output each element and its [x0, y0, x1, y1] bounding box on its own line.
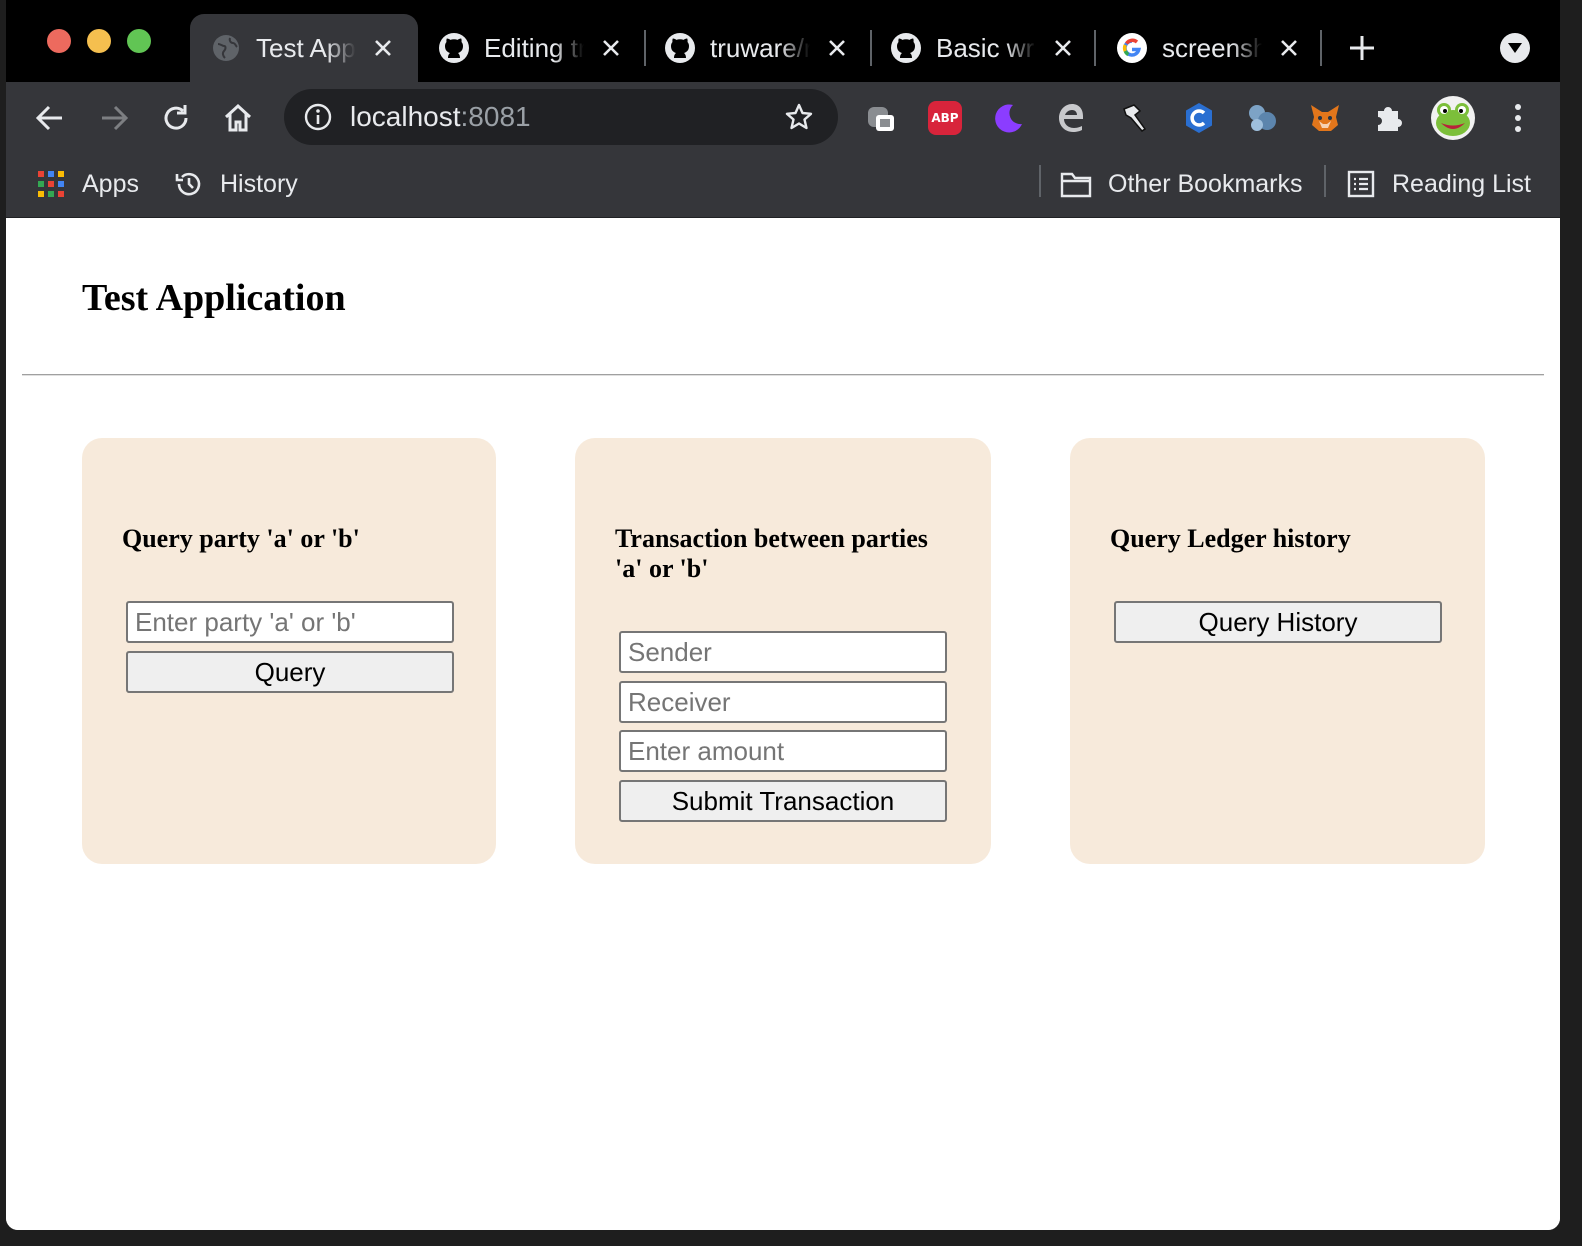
browser-window: Test App Editing tr truware/r Basic wri …	[6, 0, 1560, 1230]
minimize-window-button[interactable]	[87, 29, 111, 53]
github-icon	[890, 32, 922, 64]
tab-test-app[interactable]: Test App	[190, 14, 418, 82]
tab-search-button[interactable]	[1500, 33, 1530, 63]
home-icon	[224, 103, 252, 132]
bookmark-label: Reading List	[1392, 169, 1531, 198]
page-content: Test Application Query party 'a' or 'b' …	[6, 218, 1560, 1230]
history-icon	[174, 169, 204, 199]
back-button[interactable]	[30, 98, 70, 138]
tab-strip: Test App Editing tr truware/r Basic wri …	[6, 0, 1560, 82]
query-party-card: Query party 'a' or 'b' Query	[82, 438, 496, 864]
page-title: Test Application	[82, 277, 346, 319]
arrow-right-icon	[102, 105, 129, 131]
bookmark-history[interactable]: History	[174, 164, 298, 204]
apps-grid-icon	[36, 169, 66, 199]
query-button[interactable]: Query	[126, 651, 454, 693]
github-icon	[664, 32, 696, 64]
close-icon[interactable]	[598, 35, 624, 61]
arrow-left-icon	[35, 105, 62, 131]
new-tab-button[interactable]	[1344, 30, 1380, 66]
url-text[interactable]: localhost:8081	[350, 101, 531, 133]
divider	[22, 374, 1544, 376]
url-host: localhost	[350, 101, 461, 132]
tab-screenshot[interactable]: screensh	[1096, 14, 1324, 82]
transaction-card: Transaction between parties 'a' or 'b' S…	[575, 438, 991, 864]
tab-editing[interactable]: Editing tr	[418, 14, 646, 82]
sender-input[interactable]	[619, 631, 947, 673]
tab-title: Editing tr	[484, 32, 584, 63]
github-icon	[438, 32, 470, 64]
home-button[interactable]	[218, 98, 258, 138]
bookmark-label: Other Bookmarks	[1108, 169, 1303, 198]
tab-title: truware/r	[710, 32, 810, 63]
address-bar[interactable]: localhost:8081	[284, 89, 838, 145]
card-heading: Transaction between parties 'a' or 'b'	[615, 524, 928, 583]
close-window-button[interactable]	[47, 29, 71, 53]
query-history-button[interactable]: Query History	[1114, 601, 1442, 643]
abp-label: ABP	[928, 101, 962, 135]
moon-icon[interactable]	[989, 99, 1027, 137]
menu-button[interactable]	[1498, 98, 1538, 138]
c-icon[interactable]	[1180, 99, 1218, 137]
bookmark-label: History	[220, 169, 298, 198]
bookmark-reading-list[interactable]: Reading List	[1346, 164, 1531, 204]
tab-title: screensh	[1162, 32, 1262, 63]
tab-title: Basic wri	[936, 32, 1036, 63]
bookmark-label: Apps	[82, 169, 139, 198]
frog-avatar[interactable]	[1430, 95, 1476, 141]
bookmarks-bar: Apps History Other Bookmarks Reading Lis…	[6, 154, 1560, 218]
tab-basic-write[interactable]: Basic wri	[870, 14, 1098, 82]
url-port: :8081	[460, 101, 531, 132]
card-heading: Query party 'a' or 'b'	[122, 524, 360, 553]
star-icon[interactable]	[784, 102, 814, 132]
tab-title: Test App	[256, 32, 356, 63]
tab-separator	[1320, 30, 1322, 66]
close-icon[interactable]	[370, 35, 396, 61]
reload-icon	[164, 105, 188, 130]
folder-icon	[1060, 169, 1092, 199]
puzzle-icon[interactable]	[1370, 99, 1408, 137]
edge-icon[interactable]	[1052, 99, 1090, 137]
submit-transaction-button[interactable]: Submit Transaction	[619, 780, 947, 822]
close-icon[interactable]	[1050, 35, 1076, 61]
receiver-input[interactable]	[619, 681, 947, 723]
forward-button[interactable]	[94, 98, 134, 138]
maximize-window-button[interactable]	[127, 29, 151, 53]
amount-input[interactable]	[619, 730, 947, 772]
chevron-down-icon	[1508, 43, 1522, 53]
ledger-history-card: Query Ledger history Query History	[1070, 438, 1485, 864]
bookmark-other[interactable]: Other Bookmarks	[1060, 164, 1303, 204]
bookmark-separator	[1324, 165, 1326, 197]
globe-icon	[210, 32, 242, 64]
bookmark-apps[interactable]: Apps	[36, 164, 139, 204]
plus-icon	[1350, 36, 1374, 60]
metamask-icon[interactable]	[1306, 99, 1344, 137]
close-icon[interactable]	[1276, 35, 1302, 61]
bookmark-separator	[1039, 165, 1041, 197]
tab-truware[interactable]: truware/r	[644, 14, 872, 82]
more-vertical-icon	[1515, 104, 1521, 132]
globe-ext-icon[interactable]	[1243, 99, 1281, 137]
reading-list-icon	[1346, 169, 1376, 199]
reload-button[interactable]	[156, 98, 196, 138]
card-heading: Query Ledger history	[1110, 524, 1351, 553]
abp-icon[interactable]: ABP	[926, 99, 964, 137]
info-icon[interactable]	[304, 103, 332, 131]
party-input[interactable]	[126, 601, 454, 643]
google-icon	[1116, 32, 1148, 64]
close-icon[interactable]	[824, 35, 850, 61]
browser-toolbar: localhost:8081 ABP	[6, 82, 1560, 154]
copy-icon[interactable]	[862, 99, 900, 137]
hammer-icon[interactable]	[1116, 99, 1154, 137]
